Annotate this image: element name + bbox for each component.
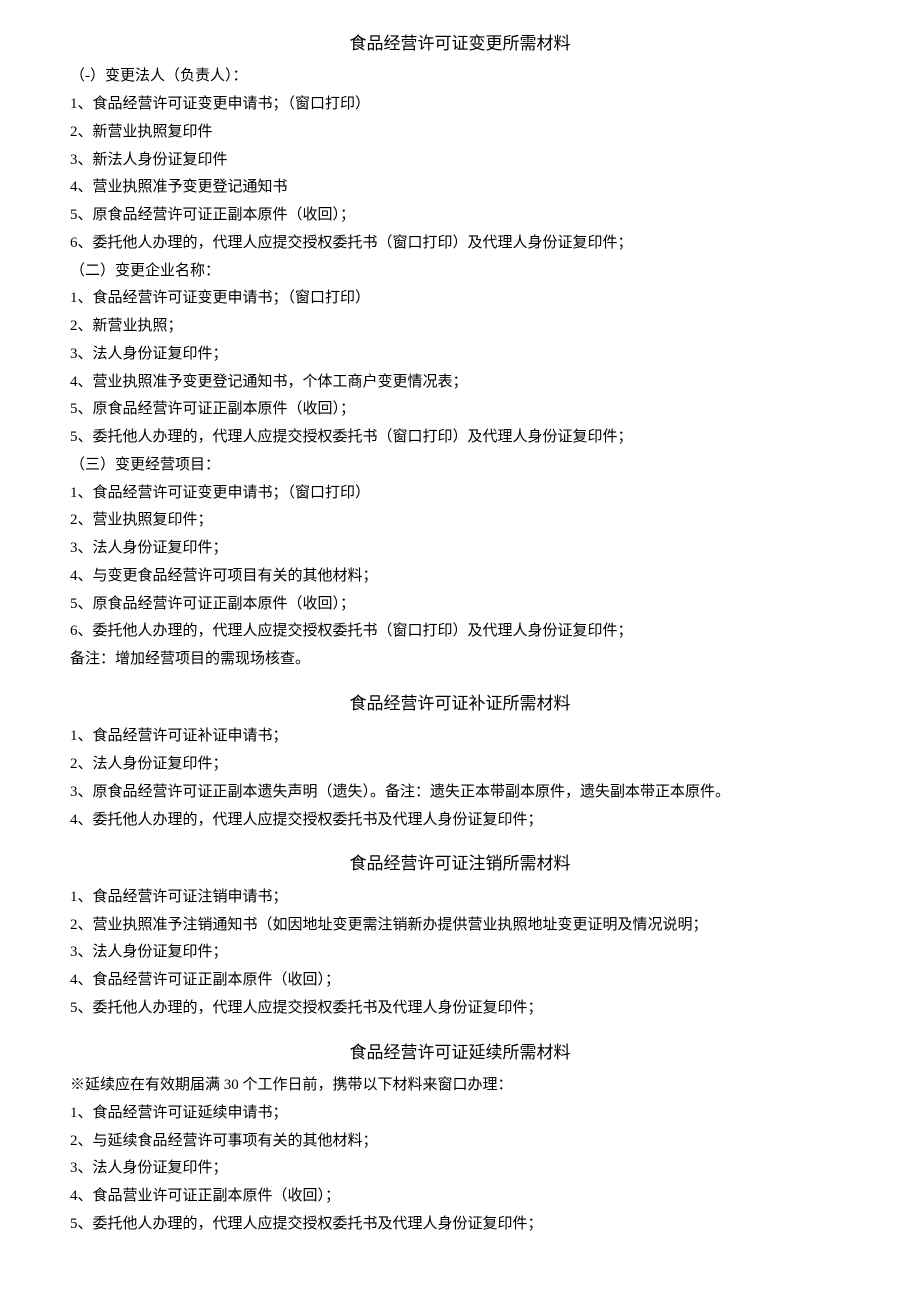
list-item: 2、新营业执照复印件 [70, 119, 850, 147]
list-item: 4、营业执照准予变更登记通知书 [70, 174, 850, 202]
list-item: 1、食品经营许可证注销申请书； [70, 884, 850, 912]
section4-title: 食品经营许可证延续所需材料 [70, 1037, 850, 1068]
list-item: 1、食品经营许可证延续申请书； [70, 1100, 850, 1128]
list-item: 1、食品经营许可证变更申请书；（窗口打印） [70, 91, 850, 119]
list-item: 4、与变更食品经营许可项目有关的其他材料； [70, 563, 850, 591]
list-item: 5、原食品经营许可证正副本原件（收回）； [70, 396, 850, 424]
list-item: 2、新营业执照； [70, 313, 850, 341]
section1-title: 食品经营许可证变更所需材料 [70, 28, 850, 59]
section1-sub2-header: （二）变更企业名称： [70, 258, 850, 286]
list-item: 5、委托他人办理的，代理人应提交授权委托书及代理人身份证复印件； [70, 995, 850, 1023]
list-item: 3、法人身份证复印件； [70, 1155, 850, 1183]
list-item: 5、原食品经营许可证正副本原件（收回）； [70, 591, 850, 619]
list-item: 3、法人身份证复印件； [70, 535, 850, 563]
list-item: 4、委托他人办理的，代理人应提交授权委托书及代理人身份证复印件； [70, 807, 850, 835]
list-item: 1、食品经营许可证补证申请书； [70, 723, 850, 751]
list-item: 2、营业执照准予注销通知书（如因地址变更需注销新办提供营业执照地址变更证明及情况… [70, 912, 850, 940]
section1-note: 备注：增加经营项目的需现场核查。 [70, 646, 850, 674]
list-item: 2、营业执照复印件； [70, 507, 850, 535]
list-item: 2、法人身份证复印件； [70, 751, 850, 779]
list-item: 3、原食品经营许可证正副本遗失声明（遗失）。备注：遗失正本带副本原件，遗失副本带… [70, 779, 850, 807]
section4-preface: ※延续应在有效期届满 30 个工作日前，携带以下材料来窗口办理： [70, 1072, 850, 1100]
section3-title: 食品经营许可证注销所需材料 [70, 848, 850, 879]
section1-sub3-header: （三）变更经营项目： [70, 452, 850, 480]
list-item: 4、营业执照准予变更登记通知书，个体工商户变更情况表； [70, 369, 850, 397]
section1-sub1-header: （-）变更法人（负责人）： [70, 63, 850, 91]
list-item: 3、法人身份证复印件； [70, 341, 850, 369]
list-item: 1、食品经营许可证变更申请书；（窗口打印） [70, 480, 850, 508]
section2-title: 食品经营许可证补证所需材料 [70, 688, 850, 719]
list-item: 4、食品营业许可证正副本原件（收回）； [70, 1183, 850, 1211]
list-item: 1、食品经营许可证变更申请书；（窗口打印） [70, 285, 850, 313]
list-item: 5、委托他人办理的，代理人应提交授权委托书及代理人身份证复印件； [70, 1211, 850, 1239]
list-item: 6、委托他人办理的，代理人应提交授权委托书（窗口打印）及代理人身份证复印件； [70, 230, 850, 258]
list-item: 3、法人身份证复印件； [70, 939, 850, 967]
list-item: 3、新法人身份证复印件 [70, 147, 850, 175]
list-item: 6、委托他人办理的，代理人应提交授权委托书（窗口打印）及代理人身份证复印件； [70, 618, 850, 646]
list-item: 4、食品经营许可证正副本原件（收回）； [70, 967, 850, 995]
list-item: 5、委托他人办理的，代理人应提交授权委托书（窗口打印）及代理人身份证复印件； [70, 424, 850, 452]
list-item: 2、与延续食品经营许可事项有关的其他材料； [70, 1128, 850, 1156]
list-item: 5、原食品经营许可证正副本原件（收回）； [70, 202, 850, 230]
